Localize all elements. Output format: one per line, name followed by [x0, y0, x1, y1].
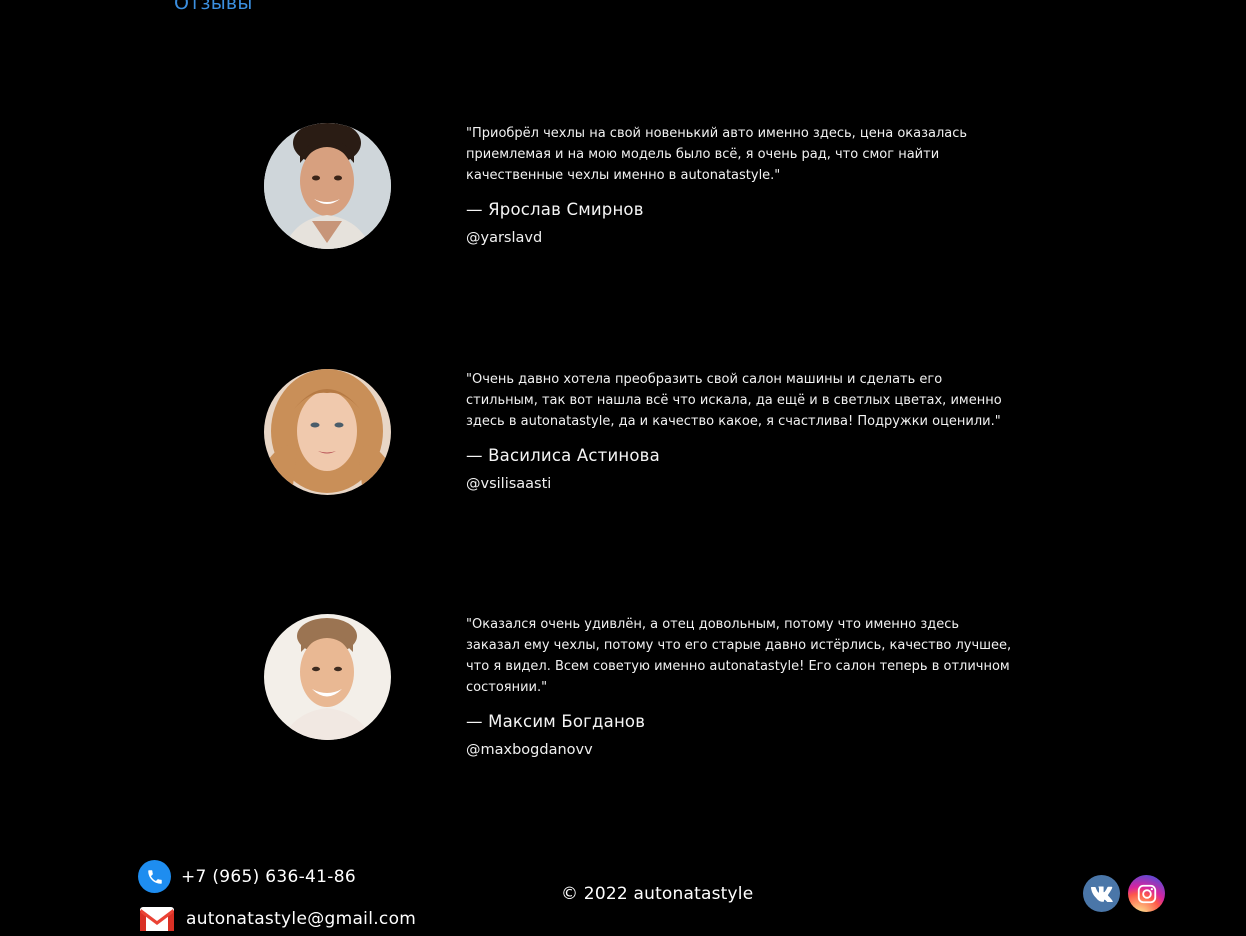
review-author: — Ярослав Смирнов: [466, 200, 644, 219]
review-body: "Оказался очень удивлён, а отец довольны…: [466, 614, 1014, 758]
review-quote: "Приобрёл чехлы на свой новенький авто и…: [466, 126, 968, 183]
reviewer-avatar: [264, 369, 391, 495]
review-author: — Василиса Астинова: [466, 446, 660, 465]
review-quote: "Оказался очень удивлён, а отец довольны…: [466, 617, 1012, 695]
phone-number[interactable]: +7 (965) 636-41-86: [181, 867, 356, 887]
phone-contact[interactable]: +7 (965) 636-41-86: [138, 860, 356, 893]
phone-icon: [138, 860, 171, 893]
review-handle: @vsilisaasti: [466, 476, 552, 492]
instagram-icon[interactable]: [1128, 875, 1165, 912]
vk-icon[interactable]: [1083, 875, 1120, 912]
copyright-text: © 2022 autonatastyle: [561, 884, 754, 904]
review-handle: @yarslavd: [466, 230, 543, 246]
email-contact[interactable]: autonatastyle@gmail.com: [140, 905, 416, 933]
reviewer-avatar: [264, 614, 391, 740]
male-portrait-image: [264, 614, 391, 740]
review-body: "Очень давно хотела преобразить свой сал…: [466, 369, 1014, 492]
male-portrait-image: [264, 123, 391, 249]
review-author: — Максим Богданов: [466, 712, 646, 731]
review-handle: @maxbogdanovv: [466, 742, 593, 758]
reviews-page: Отзывы "Приобрёл чехлы на свой новенький…: [0, 0, 1246, 936]
female-portrait-image: [264, 369, 391, 495]
section-title: Отзывы: [174, 0, 253, 14]
review-body: "Приобрёл чехлы на свой новенький авто и…: [466, 123, 1014, 246]
footer: +7 (965) 636-41-86 autonatastyle@gmail.c…: [0, 850, 1246, 936]
gmail-icon: [140, 905, 174, 933]
review-quote: "Очень давно хотела преобразить свой сал…: [466, 372, 1002, 429]
email-address[interactable]: autonatastyle@gmail.com: [186, 909, 416, 929]
reviewer-avatar: [264, 123, 391, 249]
